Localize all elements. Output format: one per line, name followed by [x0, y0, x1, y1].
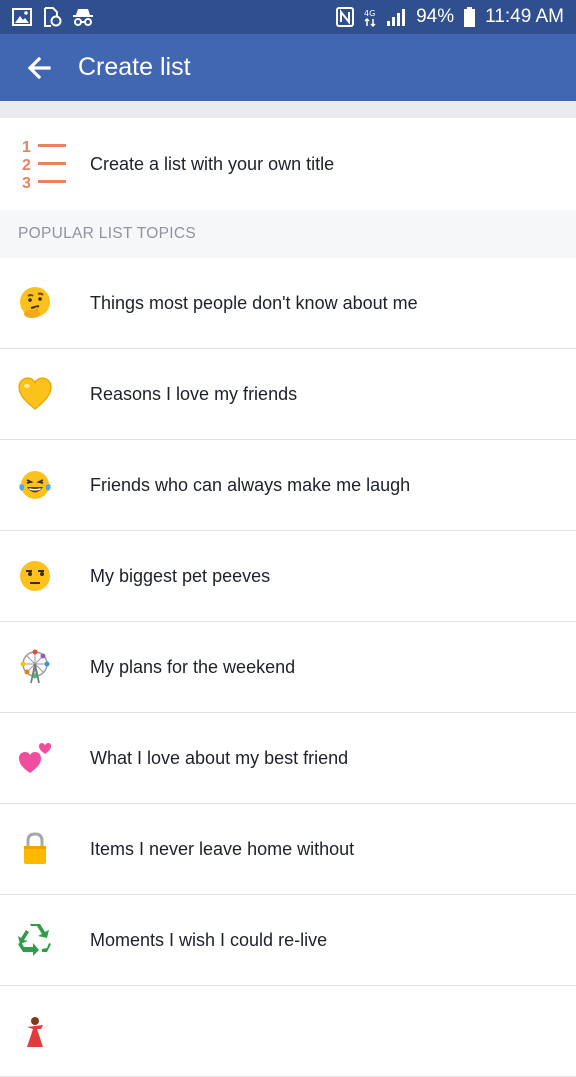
image-icon — [12, 8, 32, 26]
topic-row[interactable]: Moments I wish I could re-live — [0, 895, 576, 986]
topic-label: My plans for the weekend — [90, 656, 296, 677]
yellow-heart-icon — [0, 349, 90, 439]
svg-text:4G: 4G — [364, 9, 375, 18]
list-icon-digit: 3 — [22, 175, 31, 192]
dancer-icon — [0, 986, 90, 1076]
ferris-wheel-icon — [0, 622, 90, 712]
clock: 11:49 AM — [485, 6, 564, 27]
topic-list: Things most people don't know about me R… — [0, 258, 576, 1077]
topic-row[interactable]: Friends who can always make me laugh — [0, 440, 576, 531]
status-bar: 4G 94% 11:49 AM — [0, 0, 576, 34]
topic-row[interactable]: My plans for the weekend — [0, 622, 576, 713]
header-divider — [0, 101, 576, 118]
file-sync-icon — [44, 7, 62, 27]
page-title: Create list — [78, 53, 191, 81]
app-bar: Create list — [0, 34, 576, 101]
topic-label: Items I never leave home without — [90, 838, 355, 859]
topic-label: Reasons I love my friends — [90, 383, 298, 404]
section-header: POPULAR LIST TOPICS — [0, 210, 576, 258]
topic-row[interactable]: Reasons I love my friends — [0, 349, 576, 440]
create-custom-list-row[interactable]: 1 2 3 Create a list with your own title — [0, 118, 576, 210]
list-icon-digit: 2 — [22, 157, 31, 174]
back-button[interactable] — [0, 34, 78, 101]
mobile-data-icon: 4G — [364, 9, 376, 27]
battery-icon — [464, 7, 476, 27]
unamused-face-icon — [0, 531, 90, 621]
signal-icon — [387, 9, 406, 26]
topic-row[interactable]: What I love about my best friend — [0, 713, 576, 804]
tears-of-joy-icon — [0, 440, 90, 530]
numbered-list-icon: 1 2 3 — [0, 118, 90, 210]
thinking-face-icon — [0, 258, 90, 348]
topic-label: What I love about my best friend — [90, 747, 349, 768]
two-hearts-icon — [0, 713, 90, 803]
back-arrow-icon — [27, 56, 51, 79]
topic-row[interactable]: My biggest pet peeves — [0, 531, 576, 622]
topic-row[interactable]: Items I never leave home without — [0, 804, 576, 895]
list-icon-digit: 1 — [22, 139, 31, 156]
status-bar-system: 4G 94% 11:49 AM — [336, 6, 564, 28]
status-bar-notifications — [12, 7, 94, 27]
create-custom-list-label: Create a list with your own title — [90, 153, 335, 174]
lock-icon — [0, 804, 90, 894]
topic-label: Friends who can always make me laugh — [90, 474, 411, 495]
topic-row[interactable] — [0, 986, 576, 1077]
recycle-icon — [0, 895, 90, 985]
topic-label: Things most people don't know about me — [90, 292, 418, 313]
battery-percent: 94% — [416, 6, 455, 27]
topic-label: Moments I wish I could re-live — [90, 929, 328, 950]
topic-row[interactable]: Things most people don't know about me — [0, 258, 576, 349]
nfc-icon — [336, 7, 355, 27]
incognito-icon — [73, 9, 93, 26]
topic-label: My biggest pet peeves — [90, 565, 271, 586]
